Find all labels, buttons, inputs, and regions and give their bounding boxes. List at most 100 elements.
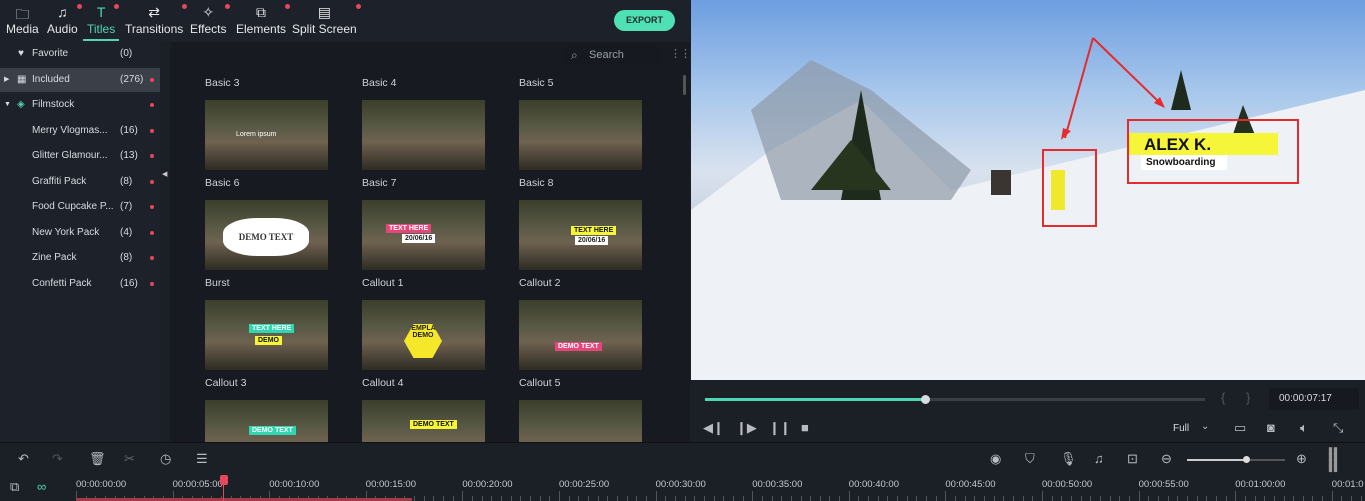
sidebar-item[interactable]: Zine Pack (8) [0,246,160,270]
title-thumbnail[interactable] [362,100,485,170]
timeline-tick-label: 00:01:0 [1331,479,1364,490]
expand-icon[interactable]: ▶ [4,68,9,92]
progress-handle[interactable] [921,395,930,404]
timecode: 00:00:07:17 [1269,388,1359,410]
play-icon[interactable]: ❙▶ [736,420,757,436]
quality-select[interactable]: Full [1173,423,1189,434]
zoom-slider[interactable] [1187,459,1285,461]
title-label[interactable]: Callout 2 [519,277,560,289]
sidebar-label: New York Pack [32,226,100,238]
clock-icon[interactable]: ◷ [160,451,171,467]
pause-icon[interactable]: ❙❙ [769,420,791,436]
mic-icon[interactable]: 🎙︎ [1060,451,1077,467]
timeline-ruler[interactable]: ⧉ ∞ 00:00:00:00 00:00:05:00 00:00:10:00 00:… [0,475,1365,501]
tab-label: Media [6,22,39,36]
sidebar-count: (16) [120,277,138,289]
sidebar-item[interactable]: Merry Vlogmas... (16) [0,119,160,143]
title-thumbnail[interactable]: Lorem ipsum [205,100,328,170]
tab-effects[interactable]: ✧ Effects [190,4,231,36]
video-preview: ALEX K. Snowboarding [691,0,1365,380]
effects-icon: ✧ [190,4,231,22]
title-label[interactable]: Callout 3 [205,377,246,389]
title-label[interactable]: Basic 8 [519,177,553,189]
display-icon[interactable]: ▭ [1234,420,1246,436]
title-thumbnail[interactable] [519,400,642,442]
sidebar-item[interactable]: ▼ ◈ Filmstock [0,93,160,117]
tab-split-screen[interactable]: ▤ Split Screen [292,4,361,36]
sidebar-item[interactable]: Food Cupcake P... (7) [0,195,160,219]
tab-audio[interactable]: ♫ Audio [47,4,82,36]
audio-mix-icon[interactable]: ♫ [1094,451,1104,466]
title-thumbnail[interactable]: TEMPLATE DEMO [362,300,485,370]
title-thumbnail[interactable]: DEMO TEXT [205,400,328,442]
title-thumbnail[interactable]: DEMO TEXT [519,300,642,370]
sidebar-item[interactable]: Graffiti Pack (8) [0,170,160,194]
title-thumbnail[interactable]: DEMO TEXT [205,200,328,270]
marker-icon[interactable]: ⛉ [1025,451,1035,467]
timeline-toolbar: ↶ ↷ 🗑︎ ✂ ◷ ☰ ◉ ⛉ 🎙︎ ♫ ⊡ ⊖ ⊕ ▮▮ ▮▮ ▮▮ ▮▮ [0,442,1365,475]
progress-track[interactable] [705,398,1205,401]
render-icon[interactable]: ◉ [990,451,1001,467]
timeline-tick-label: 00:00:20:00 [462,479,513,490]
link-icon[interactable]: ∞ [37,479,46,494]
title-label[interactable]: Callout 5 [519,377,560,389]
timeline-tick-label: 00:01:00:00 [1235,479,1286,490]
panel-grip-icon[interactable]: ▮▮ ▮▮ ▮▮ ▮▮ [1328,446,1338,473]
zoom-handle[interactable] [1242,456,1250,463]
tab-media[interactable]: 🗀 Media [6,4,39,36]
camera-icon[interactable]: ◙ [1267,420,1275,435]
stop-icon[interactable]: ■ [801,420,809,435]
zoom-in-icon[interactable]: ⊕ [1296,451,1307,467]
title-subtitle: Snowboarding [1146,157,1216,168]
add-track-icon[interactable]: ⧉ [10,479,19,495]
cut-icon[interactable]: ✂ [124,451,135,467]
title-label[interactable]: Callout 4 [362,377,403,389]
title-thumbnail[interactable] [519,100,642,170]
tab-elements[interactable]: ⧉ Elements [236,4,291,36]
subtitle-icon[interactable]: ⊡ [1127,451,1138,467]
title-thumbnail[interactable]: TEXT HERE DEMO [205,300,328,370]
title-label[interactable]: Burst [205,277,230,289]
sidebar-item[interactable]: Glitter Glamour... (13) [0,144,160,168]
export-button[interactable]: EXPORT [614,10,675,31]
title-label[interactable]: Basic 5 [519,77,553,89]
title-label[interactable]: Callout 1 [362,277,403,289]
undo-icon[interactable]: ↶ [18,451,29,467]
chevron-down-icon[interactable]: ⌄ [1201,421,1209,432]
scrollbar[interactable] [683,75,686,95]
adjust-icon[interactable]: ☰ [196,451,208,467]
thumb-text: DEMO TEXT [223,218,309,256]
sidebar-collapse-handle[interactable]: ◀ [160,42,170,442]
title-label[interactable]: Basic 4 [362,77,396,89]
title-label[interactable]: Basic 6 [205,177,239,189]
redo-icon[interactable]: ↷ [52,451,63,467]
tab-titles[interactable]: T Titles [82,4,120,41]
sidebar-item[interactable]: ▶ ▦ Included (276) [0,67,160,92]
collapse-icon[interactable]: ▼ [4,93,11,117]
mark-out-icon[interactable]: } [1246,390,1250,405]
sidebar-item[interactable]: New York Pack (4) [0,221,160,245]
timeline-tick-label: 00:00:30:00 [655,479,706,490]
sidebar-count: (16) [120,124,138,136]
prev-frame-icon[interactable]: ◀❙ [703,420,724,436]
zoom-out-icon[interactable]: ⊖ [1161,451,1172,467]
playhead-handle[interactable] [220,475,228,485]
title-thumbnail[interactable]: DEMO TEXT [362,400,485,442]
search-input[interactable]: ⌕ Search [563,45,661,65]
fullscreen-icon[interactable]: ⤡ [1333,420,1343,436]
sidebar-item[interactable]: Confetti Pack (16) [0,272,160,296]
title-label[interactable]: Basic 7 [362,177,396,189]
tab-transitions[interactable]: ⇄ Transitions [125,4,188,36]
sidebar-item[interactable]: ♥ Favorite (0) [0,42,160,66]
player-controls: { } 00:00:07:17 ◀❙ ❙▶ ❙❙ ■ Full ⌄ ▭ ◙ 🔈︎… [691,380,1365,442]
thumb-text: DEMO [255,336,282,345]
thumb-text: DEMO TEXT [410,420,457,429]
title-label[interactable]: Basic 3 [205,77,239,89]
volume-icon[interactable]: 🔈︎ [1300,420,1308,436]
title-thumbnail[interactable]: TEXT HERE 20/06/16 [362,200,485,270]
mark-in-icon[interactable]: { [1221,390,1225,405]
timeline-tick-label: 00:00:50:00 [1042,479,1093,490]
delete-icon[interactable]: 🗑︎ [89,451,106,467]
title-thumbnail[interactable]: TEXT HERE 20/06/16 [519,200,642,270]
thumb-text: Lorem ipsum [236,131,277,138]
